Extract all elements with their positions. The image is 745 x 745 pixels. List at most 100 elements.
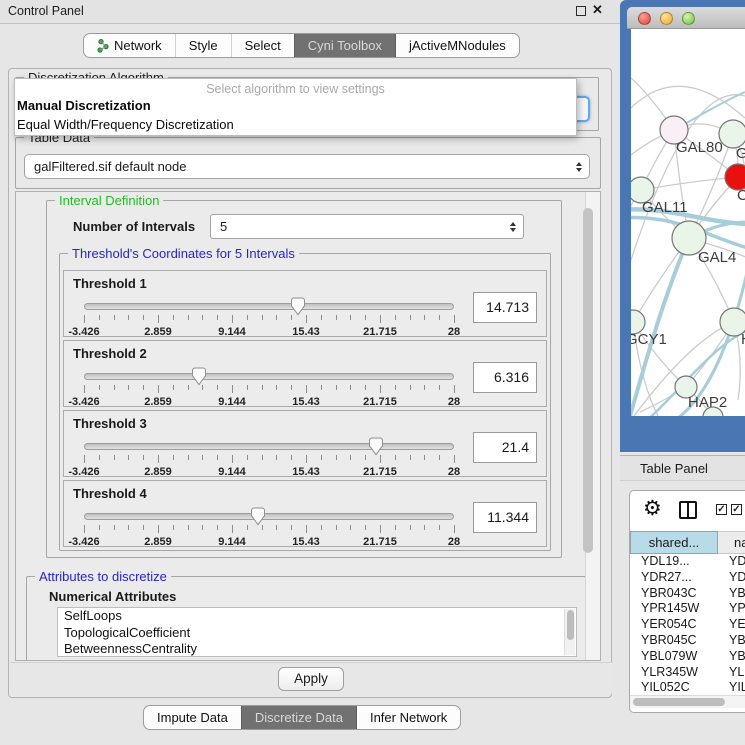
minimize-traffic-light[interactable] bbox=[660, 12, 673, 25]
cell-name[interactable]: YLR3 bbox=[718, 665, 745, 681]
attribute-item-selfloops[interactable]: SelfLoops bbox=[58, 608, 576, 625]
attribute-item-topologicalcoefficient[interactable]: TopologicalCoefficient bbox=[58, 625, 576, 642]
network-view-window[interactable]: GAL80GACGAL11GAL4GCY1HHAP2 bbox=[620, 0, 745, 452]
cell-shared-name[interactable]: YPR145W bbox=[630, 601, 718, 617]
network-node-ga[interactable] bbox=[719, 120, 745, 148]
attributes-scrollbar[interactable] bbox=[564, 609, 575, 655]
slider-track[interactable] bbox=[84, 513, 454, 520]
threshold-2-value-field[interactable]: 6.316 bbox=[473, 362, 537, 393]
tab-cyni-toolbox-label: Cyni Toolbox bbox=[308, 38, 382, 53]
algorithm-option-manual[interactable]: Manual Discretization bbox=[15, 96, 576, 115]
cyni-bottom-tabs: Impute Data Discretize Data Infer Networ… bbox=[143, 705, 461, 730]
network-node-label: GA bbox=[736, 145, 745, 162]
checkbox-icon-2[interactable]: ✓ bbox=[731, 504, 742, 515]
tab-select[interactable]: Select bbox=[231, 34, 294, 57]
cell-shared-name[interactable]: YIL052C bbox=[630, 680, 718, 695]
threshold-3-label: Threshold 3 bbox=[73, 416, 147, 431]
threshold-2-slider[interactable]: -3.4262.8599.14415.4321.71528 bbox=[84, 369, 454, 405]
network-canvas[interactable]: GAL80GACGAL11GAL4GCY1HHAP2 bbox=[631, 29, 745, 416]
network-edge[interactable] bbox=[641, 177, 738, 190]
slider-ticks bbox=[84, 315, 454, 324]
threshold-3-slider[interactable]: -3.4262.8599.14415.4321.71528 bbox=[84, 439, 454, 475]
scale-label: 9.144 bbox=[218, 466, 246, 478]
cell-name[interactable]: YDL1 bbox=[718, 554, 745, 570]
threshold-2-panel: Threshold 2 -3.4262.8599.14415.4321.7152… bbox=[63, 340, 547, 407]
cell-name[interactable]: YBR0 bbox=[718, 586, 745, 602]
threshold-1-slider[interactable]: -3.4262.8599.14415.4321.71528 bbox=[84, 299, 454, 335]
threshold-3-value-field[interactable]: 21.4 bbox=[473, 432, 537, 463]
float-panel-icon[interactable] bbox=[576, 6, 586, 16]
cell-shared-name[interactable]: YER054C bbox=[630, 617, 718, 633]
network-edge[interactable] bbox=[631, 86, 745, 118]
cell-name[interactable]: YDR2 bbox=[718, 570, 745, 586]
network-window-titlebar[interactable] bbox=[627, 7, 745, 29]
cell-shared-name[interactable]: YDR27... bbox=[630, 570, 718, 586]
algorithm-option-equal-width[interactable]: Equal Width/Frequency Discretization bbox=[15, 115, 576, 134]
tab-network[interactable]: Network bbox=[84, 34, 175, 57]
slider-thumb[interactable] bbox=[369, 437, 384, 456]
apply-button[interactable]: Apply bbox=[278, 667, 344, 691]
column-layout-icon[interactable] bbox=[679, 501, 697, 519]
table-row[interactable]: YPR145WYPR1 bbox=[630, 601, 745, 617]
cell-shared-name[interactable]: YDL19... bbox=[630, 554, 718, 570]
scale-label: 2.859 bbox=[144, 396, 172, 408]
zoom-traffic-light[interactable] bbox=[682, 12, 695, 25]
cell-name[interactable]: YPR1 bbox=[718, 601, 745, 617]
tab-cyni-toolbox[interactable]: Cyni Toolbox bbox=[294, 34, 395, 57]
table-header-row: shared... na bbox=[630, 531, 745, 554]
table-toolbar: ⚙ ✓ ✓ bbox=[630, 491, 745, 531]
scale-label: -3.426 bbox=[68, 396, 99, 408]
gear-icon[interactable]: ⚙ bbox=[643, 496, 662, 521]
tab-style[interactable]: Style bbox=[175, 34, 231, 57]
table-row[interactable]: YIL052CYIL0 bbox=[630, 680, 745, 695]
slider-thumb[interactable] bbox=[191, 367, 206, 386]
scale-label: 15.43 bbox=[292, 326, 320, 338]
slider-scale-labels: -3.4262.8599.14415.4321.71528 bbox=[84, 536, 454, 548]
tab-select-label: Select bbox=[245, 38, 281, 53]
network-graph: GAL80GACGAL11GAL4GCY1HHAP2 bbox=[631, 29, 745, 416]
number-of-intervals-spinner[interactable]: 5 bbox=[210, 214, 524, 239]
table-row[interactable]: YBR043CYBR0 bbox=[630, 586, 745, 602]
tab-impute-data[interactable]: Impute Data bbox=[144, 706, 241, 729]
table-row[interactable]: YBL079WYBL0 bbox=[630, 649, 745, 665]
cell-shared-name[interactable]: YBL079W bbox=[630, 649, 718, 665]
checkbox-icon-1[interactable]: ✓ bbox=[716, 504, 727, 515]
table-row[interactable]: YLR345WYLR3 bbox=[630, 665, 745, 681]
threshold-4-value-field[interactable]: 11.344 bbox=[473, 502, 537, 533]
cell-name[interactable]: YER0 bbox=[718, 617, 745, 633]
slider-thumb[interactable] bbox=[290, 297, 305, 316]
slider-track[interactable] bbox=[84, 303, 454, 310]
table-row[interactable]: YER054CYER0 bbox=[630, 617, 745, 633]
table-data-combobox[interactable]: galFiltered.sif default node bbox=[24, 154, 590, 179]
table-row[interactable]: YDL19...YDL1 bbox=[630, 554, 745, 570]
slider-track[interactable] bbox=[84, 373, 454, 380]
threshold-4-slider[interactable]: -3.4262.8599.14415.4321.71528 bbox=[84, 509, 454, 545]
tab-infer-network[interactable]: Infer Network bbox=[356, 706, 460, 729]
number-of-intervals-value: 5 bbox=[220, 219, 227, 234]
table-horizontal-scrollbar[interactable] bbox=[630, 695, 745, 708]
column-header-name[interactable]: na bbox=[718, 531, 745, 554]
network-node-label: GAL11 bbox=[642, 199, 688, 216]
cell-shared-name[interactable]: YLR345W bbox=[630, 665, 718, 681]
cell-name[interactable]: YBL0 bbox=[718, 649, 745, 665]
tab-discretize-data[interactable]: Discretize Data bbox=[241, 706, 356, 729]
scale-label: 15.43 bbox=[292, 396, 320, 408]
table-row[interactable]: YBR045CYBR0 bbox=[630, 633, 745, 649]
tab-jactivemnodules[interactable]: jActiveMNodules bbox=[395, 34, 519, 57]
scale-label: 2.859 bbox=[144, 536, 172, 548]
slider-track[interactable] bbox=[84, 443, 454, 450]
slider-thumb[interactable] bbox=[250, 507, 265, 526]
column-header-shared[interactable]: shared... bbox=[630, 531, 718, 554]
attributes-group: Attributes to discretize Numerical Attri… bbox=[26, 576, 586, 661]
cell-shared-name[interactable]: YBR045C bbox=[630, 633, 718, 649]
slider-scale-labels: -3.4262.8599.14415.4321.71528 bbox=[84, 326, 454, 338]
settings-vertical-scrollbar[interactable] bbox=[585, 192, 600, 660]
threshold-1-value-field[interactable]: 14.713 bbox=[473, 292, 537, 323]
cell-name[interactable]: YIL0 bbox=[718, 680, 745, 695]
close-icon[interactable]: ✕ bbox=[592, 2, 603, 18]
close-traffic-light[interactable] bbox=[638, 12, 651, 25]
cell-shared-name[interactable]: YBR043C bbox=[630, 586, 718, 602]
table-row[interactable]: YDR27...YDR2 bbox=[630, 570, 745, 586]
cell-name[interactable]: YBR0 bbox=[718, 633, 745, 649]
attribute-item-betweennesscentrality[interactable]: BetweennessCentrality bbox=[58, 641, 576, 657]
